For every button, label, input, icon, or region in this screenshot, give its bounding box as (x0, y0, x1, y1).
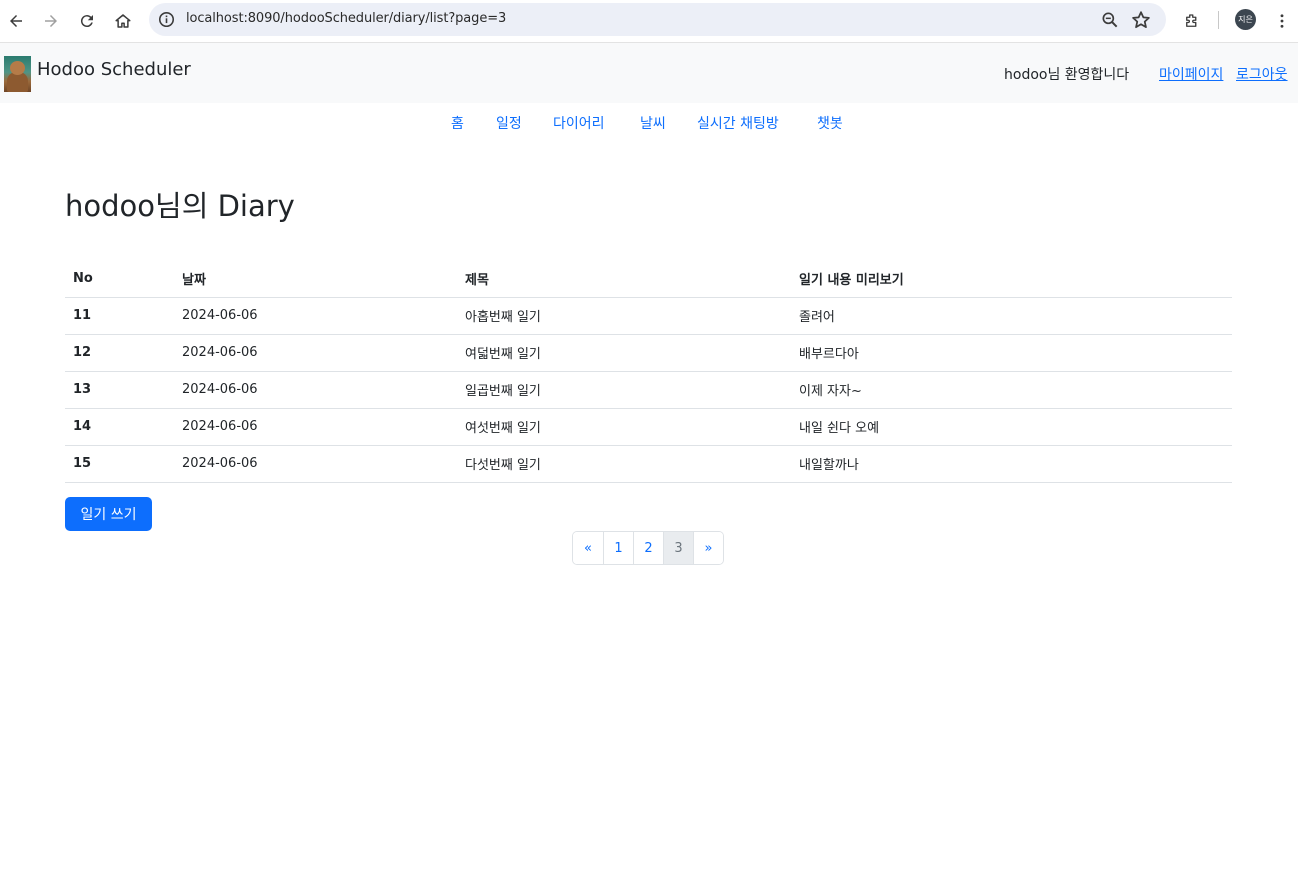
table-row[interactable]: 12 2024-06-06 여덟번째 일기 배부르다아 (65, 334, 1232, 372)
brand-title[interactable]: Hodoo Scheduler (37, 59, 191, 80)
bookmark-star-icon[interactable] (1130, 9, 1152, 31)
mypage-link[interactable]: 마이페이지 (1159, 64, 1223, 84)
cell-title[interactable]: 여섯번째 일기 (457, 408, 791, 446)
menu-item-chat-room[interactable]: 실시간 채팅방 (697, 113, 779, 133)
table-row[interactable]: 13 2024-06-06 일곱번째 일기 이제 자자~ (65, 371, 1232, 409)
back-arrow-icon[interactable] (2, 7, 30, 35)
cell-preview: 졸려어 (791, 297, 1232, 335)
diary-table: No 날짜 제목 일기 내용 미리보기 11 2024-06-06 아홉번째 일… (65, 260, 1232, 483)
column-header-date: 날짜 (174, 260, 457, 298)
pagination: « 1 2 3 » (572, 531, 724, 565)
more-menu-icon[interactable] (1268, 7, 1296, 35)
profile-avatar-label: 지은 (1238, 15, 1253, 24)
cell-title[interactable]: 다섯번째 일기 (457, 445, 791, 483)
column-header-preview: 일기 내용 미리보기 (791, 260, 1232, 298)
profile-avatar[interactable]: 지은 (1235, 9, 1256, 30)
cell-no: 15 (65, 445, 174, 483)
address-bar[interactable]: localhost:8090/hodooScheduler/diary/list… (149, 3, 1166, 36)
cell-date: 2024-06-06 (174, 445, 457, 483)
brand-logo-dog-image[interactable] (4, 56, 31, 92)
page-link-3-active[interactable]: 3 (663, 532, 693, 564)
cell-preview: 이제 자자~ (791, 371, 1232, 409)
cell-no: 13 (65, 371, 174, 409)
write-diary-button[interactable]: 일기 쓰기 (65, 497, 152, 531)
cell-date: 2024-06-06 (174, 334, 457, 372)
page-link-2[interactable]: 2 (633, 532, 663, 564)
menu-item-chatbot[interactable]: 챗봇 (817, 113, 843, 133)
menu-item-diary[interactable]: 다이어리 (553, 113, 605, 133)
forward-arrow-icon[interactable] (37, 7, 65, 35)
logout-link[interactable]: 로그아웃 (1236, 64, 1288, 84)
reload-icon[interactable] (73, 7, 101, 35)
browser-toolbar: localhost:8090/hodooScheduler/diary/list… (0, 0, 1298, 43)
menu-item-weather[interactable]: 날씨 (640, 113, 666, 133)
toolbar-divider (1218, 11, 1219, 29)
table-row[interactable]: 11 2024-06-06 아홉번째 일기 졸려어 (65, 297, 1232, 335)
cell-title[interactable]: 아홉번째 일기 (457, 297, 791, 335)
column-header-no: No (65, 260, 174, 298)
table-row[interactable]: 15 2024-06-06 다섯번째 일기 내일할까나 (65, 445, 1232, 483)
cell-title[interactable]: 여덟번째 일기 (457, 334, 791, 372)
cell-title[interactable]: 일곱번째 일기 (457, 371, 791, 409)
extensions-puzzle-icon[interactable] (1178, 7, 1206, 35)
cell-no: 12 (65, 334, 174, 372)
cell-date: 2024-06-06 (174, 408, 457, 446)
column-header-title: 제목 (457, 260, 791, 298)
page-link-1[interactable]: 1 (603, 532, 633, 564)
page-next-link[interactable]: » (693, 532, 723, 564)
page-prev-link[interactable]: « (573, 532, 603, 564)
cell-date: 2024-06-06 (174, 371, 457, 409)
cell-date: 2024-06-06 (174, 297, 457, 335)
url-text[interactable]: localhost:8090/hodooScheduler/diary/list… (186, 11, 506, 26)
home-icon[interactable] (109, 7, 137, 35)
page-title: hodoo님의 Diary (65, 189, 295, 223)
cell-no: 11 (65, 297, 174, 335)
zoom-icon[interactable] (1100, 10, 1120, 30)
cell-preview: 배부르다아 (791, 334, 1232, 372)
main-menu: 홈 일정 다이어리 날씨 실시간 채팅방 챗봇 (0, 113, 1298, 135)
site-info-icon[interactable] (157, 10, 176, 29)
cell-no: 14 (65, 408, 174, 446)
cell-preview: 내일 쉰다 오예 (791, 408, 1232, 446)
menu-item-home[interactable]: 홈 (451, 113, 464, 133)
app-navbar: Hodoo Scheduler hodoo님 환영합니다 마이페이지 로그아웃 (0, 43, 1298, 103)
welcome-message: hodoo님 환영합니다 (1004, 67, 1130, 83)
table-header-row: No 날짜 제목 일기 내용 미리보기 (65, 260, 1232, 298)
menu-item-schedule[interactable]: 일정 (496, 113, 522, 133)
table-row[interactable]: 14 2024-06-06 여섯번째 일기 내일 쉰다 오예 (65, 408, 1232, 446)
cell-preview: 내일할까나 (791, 445, 1232, 483)
